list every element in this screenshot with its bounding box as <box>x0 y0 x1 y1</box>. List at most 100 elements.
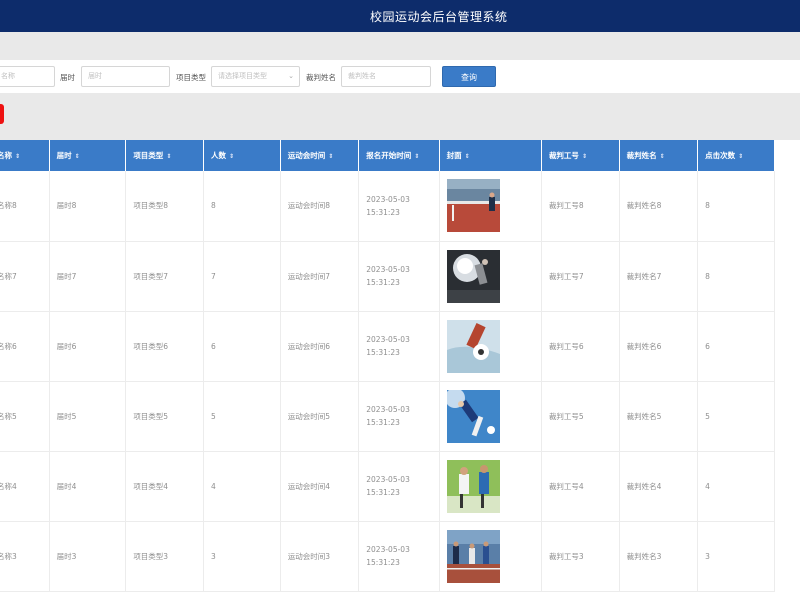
table-row[interactable]: 项目名称8 届时8 项目类型8 8 运动会时间8 2023-05-03 15:3… <box>0 171 775 242</box>
cell-name: 项目名称5 <box>0 381 50 452</box>
column-header[interactable]: 裁判工号 ⇕ <box>541 140 620 171</box>
cell-time: 届时6 <box>49 311 127 382</box>
table-row[interactable]: 项目名称4 届时4 项目类型4 4 运动会时间4 2023-05-03 15:3… <box>0 451 775 522</box>
referee-input[interactable]: 裁判姓名 <box>341 66 431 87</box>
cell-start-time: 2023-05-03 15:31:23 <box>358 171 440 242</box>
column-header[interactable]: 届时 ⇕ <box>49 140 127 171</box>
cell-sport-time: 运动会时间5 <box>280 381 360 452</box>
cell-clicks: 5 <box>697 381 775 452</box>
cell-sport-time: 运动会时间4 <box>280 451 360 522</box>
cell-time: 届时7 <box>49 241 127 312</box>
cell-name: 项目名称7 <box>0 241 50 312</box>
column-header-label: 报名开始时间 <box>366 151 412 160</box>
cell-clicks: 8 <box>697 241 775 312</box>
column-header-label: 裁判姓名 <box>626 151 657 160</box>
delete-button[interactable] <box>0 104 4 124</box>
data-table: 项目名称⇕ 届时⇕ 项目类型⇕ 人数⇕ 运动会时间⇕ 报名开始时间⇕ 封面⇕ 裁… <box>0 140 775 592</box>
chevron-down-icon: ⌄ <box>288 72 294 80</box>
cell-type: 项目类型8 <box>125 171 204 242</box>
table-header-row: 项目名称⇕ 届时⇕ 项目类型⇕ 人数⇕ 运动会时间⇕ 报名开始时间⇕ 封面⇕ 裁… <box>0 140 775 171</box>
cell-sport-time: 运动会时间8 <box>280 171 360 242</box>
cell-referee-id: 裁判工号3 <box>541 521 620 592</box>
cell-name: 项目名称6 <box>0 311 50 382</box>
table-row[interactable]: 项目名称3 届时3 项目类型3 3 运动会时间3 2023-05-03 15:3… <box>0 521 775 592</box>
query-button[interactable]: 查询 <box>442 66 496 87</box>
cell-name: 项目名称3 <box>0 521 50 592</box>
cell-referee-name: 裁判姓名3 <box>619 521 699 592</box>
cell-referee-id: 裁判工号4 <box>541 451 620 522</box>
table-row[interactable]: 项目名称7 届时7 项目类型7 7 运动会时间7 2023-05-03 15:3… <box>0 241 775 312</box>
column-header[interactable]: 运动会时间 ⇕ <box>280 140 360 171</box>
cell-referee-name: 裁判姓名4 <box>619 451 699 522</box>
sort-icon: ⇕ <box>228 153 234 160</box>
cell-referee-name: 裁判姓名5 <box>619 381 699 452</box>
cell-type: 项目类型7 <box>125 241 204 312</box>
cell-start-time: 2023-05-03 15:31:23 <box>358 241 440 312</box>
cell-cover <box>439 241 542 312</box>
cell-referee-name: 裁判姓名7 <box>619 241 699 312</box>
cell-clicks: 4 <box>697 451 775 522</box>
column-header[interactable]: 点击次数 ⇕ <box>697 140 775 171</box>
column-header[interactable]: 裁判姓名 ⇕ <box>619 140 699 171</box>
cell-cover <box>439 381 542 452</box>
app-title: 校园运动会后台管理系统 <box>370 10 508 24</box>
column-header-label: 封面 <box>446 151 462 160</box>
action-strip <box>0 93 800 140</box>
column-header-label: 裁判工号 <box>548 151 579 160</box>
cell-time: 届时4 <box>49 451 127 522</box>
cover-image[interactable] <box>446 459 500 513</box>
time-placeholder: 届时 <box>88 72 102 80</box>
cell-cover <box>439 171 542 242</box>
cell-name: 项目名称4 <box>0 451 50 522</box>
cell-clicks: 6 <box>697 311 775 382</box>
cell-start-time: 2023-05-03 15:31:23 <box>358 451 440 522</box>
breadcrumb-strip <box>0 32 800 60</box>
cell-referee-id: 裁判工号6 <box>541 311 620 382</box>
cell-start-time: 2023-05-03 15:31:23 <box>358 311 440 382</box>
sort-icon: ⇕ <box>328 153 334 160</box>
sort-icon: ⇕ <box>581 153 587 160</box>
table-row[interactable]: 项目名称6 届时6 项目类型6 6 运动会时间6 2023-05-03 15:3… <box>0 311 775 382</box>
column-header-label: 届时 <box>56 151 72 160</box>
cell-sport-time: 运动会时间3 <box>280 521 360 592</box>
column-header-label: 人数 <box>210 151 226 160</box>
cell-referee-name: 裁判姓名6 <box>619 311 699 382</box>
column-header[interactable]: 项目名称⇕ <box>0 140 50 171</box>
cover-image[interactable] <box>446 389 500 443</box>
cell-time: 届时3 <box>49 521 127 592</box>
cell-count: 7 <box>203 241 281 312</box>
time-input[interactable]: 届时 <box>81 66 170 87</box>
cell-type: 项目类型3 <box>125 521 204 592</box>
referee-placeholder: 裁判姓名 <box>348 72 376 80</box>
cover-image[interactable] <box>446 249 500 303</box>
cover-image[interactable] <box>446 179 500 233</box>
project-name-input[interactable]: 项目名称 <box>0 66 55 87</box>
type-label: 项目类型 <box>176 73 206 82</box>
sort-icon: ⇕ <box>464 153 470 160</box>
cell-time: 届时5 <box>49 381 127 452</box>
table-row[interactable]: 项目名称5 届时5 项目类型5 5 运动会时间5 2023-05-03 15:3… <box>0 381 775 452</box>
cell-cover <box>439 311 542 382</box>
column-header[interactable]: 人数 ⇕ <box>203 140 281 171</box>
cover-image[interactable] <box>446 529 500 583</box>
column-header[interactable]: 项目类型 ⇕ <box>125 140 204 171</box>
column-header[interactable]: 封面 ⇕ <box>439 140 542 171</box>
cover-image[interactable] <box>446 319 500 373</box>
sort-icon: ⇕ <box>166 153 172 160</box>
cell-referee-id: 裁判工号7 <box>541 241 620 312</box>
sort-icon: ⇕ <box>659 153 665 160</box>
column-header[interactable]: 报名开始时间 ⇕ <box>358 140 440 171</box>
cell-sport-time: 运动会时间6 <box>280 311 360 382</box>
type-select[interactable]: 请选择项目类型 ⌄ <box>211 66 300 87</box>
column-header-label: 项目类型 <box>133 151 164 160</box>
project-name-placeholder: 项目名称 <box>0 72 15 80</box>
type-select-placeholder: 请选择项目类型 <box>218 72 267 80</box>
sort-icon: ⇕ <box>15 153 21 160</box>
cell-cover <box>439 521 542 592</box>
cell-type: 项目类型6 <box>125 311 204 382</box>
cell-referee-name: 裁判姓名8 <box>619 171 699 242</box>
column-header-label: 点击次数 <box>705 151 736 160</box>
cell-referee-id: 裁判工号8 <box>541 171 620 242</box>
cell-type: 项目类型4 <box>125 451 204 522</box>
time-label: 届时 <box>60 73 75 82</box>
